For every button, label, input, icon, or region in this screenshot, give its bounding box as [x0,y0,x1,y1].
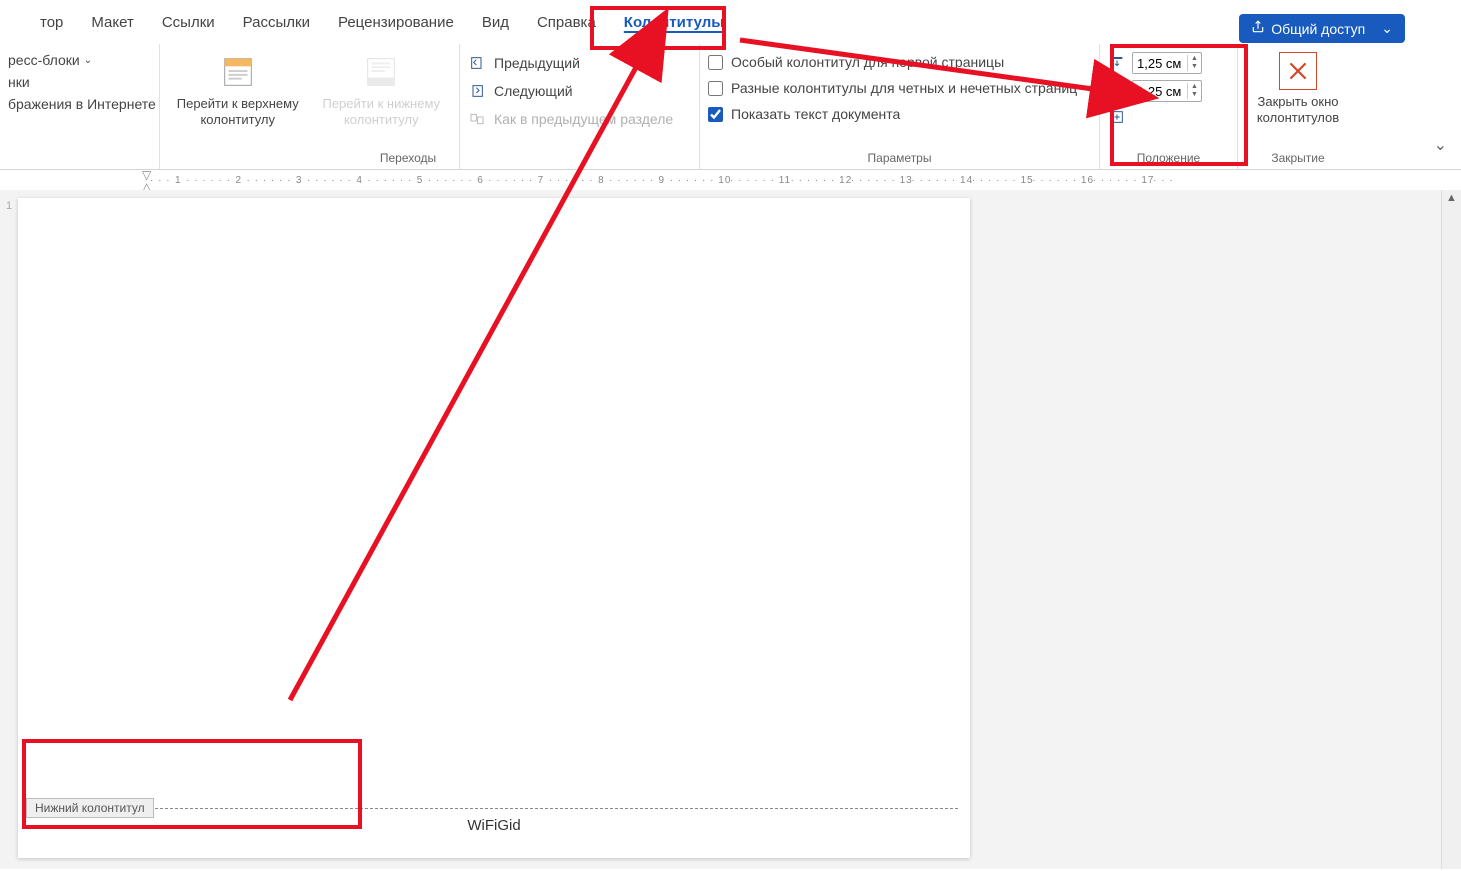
first-page-different-checkbox[interactable]: Особый колонтитул для первой страницы [708,54,1077,70]
group-label-close: Закрытие [1246,147,1350,167]
footer-from-bottom-icon [1108,82,1126,100]
ribbon-group-position: ▲▼ ▲▼ Положение [1100,44,1238,169]
document-page[interactable]: Нижний колонтитул WiFiGid [18,198,970,858]
goto-footer-button: Перейти к нижнему колонтитулу [312,48,452,129]
share-label: Общий доступ [1271,21,1365,37]
chevron-down-icon: ⌄ [1381,20,1393,37]
express-blocks-button[interactable]: ресс-блоки⌄ [8,52,156,68]
ribbon-group-close: Закрыть окно колонтитулов Закрытие [1238,44,1358,169]
header-icon [218,52,258,92]
tab-links[interactable]: Ссылки [148,4,229,41]
spin-down[interactable]: ▼ [1188,63,1201,71]
goto-header-button[interactable]: Перейти к верхнему колонтитулу [168,48,308,129]
tab-review[interactable]: Рецензирование [324,4,468,41]
chevron-down-icon: ⌄ [84,55,92,66]
scroll-up-arrow[interactable]: ▲ [1442,192,1461,204]
spin-up[interactable]: ▲ [1188,55,1201,63]
vertical-ruler-page-number: 1 [2,200,16,212]
spin-down[interactable]: ▼ [1188,91,1201,99]
ribbon-group-navigation: Перейти к верхнему колонтитулу Перейти к… [160,44,460,169]
group-label-position: Положение [1108,147,1229,167]
online-pictures-button[interactable]: бражения в Интернете [8,96,156,112]
same-as-previous-button: Как в предыдущем разделе [468,110,673,128]
document-workspace: 1 Нижний колонтитул WiFiGid ▲ [0,190,1461,869]
footer-text[interactable]: WiFiGid [18,809,970,858]
indent-marker-bottom[interactable]: △ [142,180,152,190]
tab-view[interactable]: Вид [468,4,523,41]
next-icon [468,82,486,100]
share-button[interactable]: Общий доступ ⌄ [1239,14,1405,43]
show-document-text-checkbox[interactable]: Показать текст документа [708,106,1077,122]
horizontal-ruler[interactable]: ▽ △ · · · 1 · · · · · · 2 · · · · · · 3 … [0,170,1461,190]
next-button[interactable]: Следующий [468,82,673,100]
tab-partial[interactable]: тор [40,4,77,41]
group-label-transitions: Переходы [288,147,528,167]
share-icon [1251,20,1265,37]
ribbon: ресс-блоки⌄ нки бражения в Интернете Пер… [0,44,1461,170]
header-from-top-input[interactable]: ▲▼ [1132,52,1202,74]
group-label [8,147,151,167]
vertical-scrollbar[interactable]: ▲ [1441,190,1461,869]
tab-layout[interactable]: Макет [77,4,147,41]
group-label-params: Параметры [708,147,1091,167]
tab-help[interactable]: Справка [523,4,610,41]
close-header-footer-button[interactable]: Закрыть окно колонтитулов [1246,48,1350,127]
odd-even-different-checkbox[interactable]: Разные колонтитулы для четных и нечетных… [708,80,1077,96]
ribbon-group-insert-partial: ресс-блоки⌄ нки бражения в Интернете [0,44,160,169]
previous-icon [468,54,486,72]
tab-mailings[interactable]: Рассылки [229,4,324,41]
footer-icon [361,52,401,92]
previous-button[interactable]: Предыдущий [468,54,673,72]
footer-from-bottom-input[interactable]: ▲▼ [1132,80,1202,102]
collapse-ribbon-button[interactable]: ⌄ [1434,135,1447,155]
close-icon [1279,52,1317,90]
footer-tag-label: Нижний колонтитул [26,798,154,818]
tab-header-footer[interactable]: Колонтитулы [610,4,738,41]
header-from-top-icon [1108,54,1126,72]
spin-up[interactable]: ▲ [1188,83,1201,91]
tabs-bar: тор Макет Ссылки Рассылки Рецензирование… [0,0,1461,44]
page-footer-area[interactable]: Нижний колонтитул WiFiGid [18,808,970,858]
pictures-button[interactable]: нки [8,74,156,90]
insert-alignment-tab-icon[interactable] [1108,108,1126,126]
ribbon-group-parameters: Особый колонтитул для первой страницы Ра… [700,44,1100,169]
link-icon [468,110,486,128]
